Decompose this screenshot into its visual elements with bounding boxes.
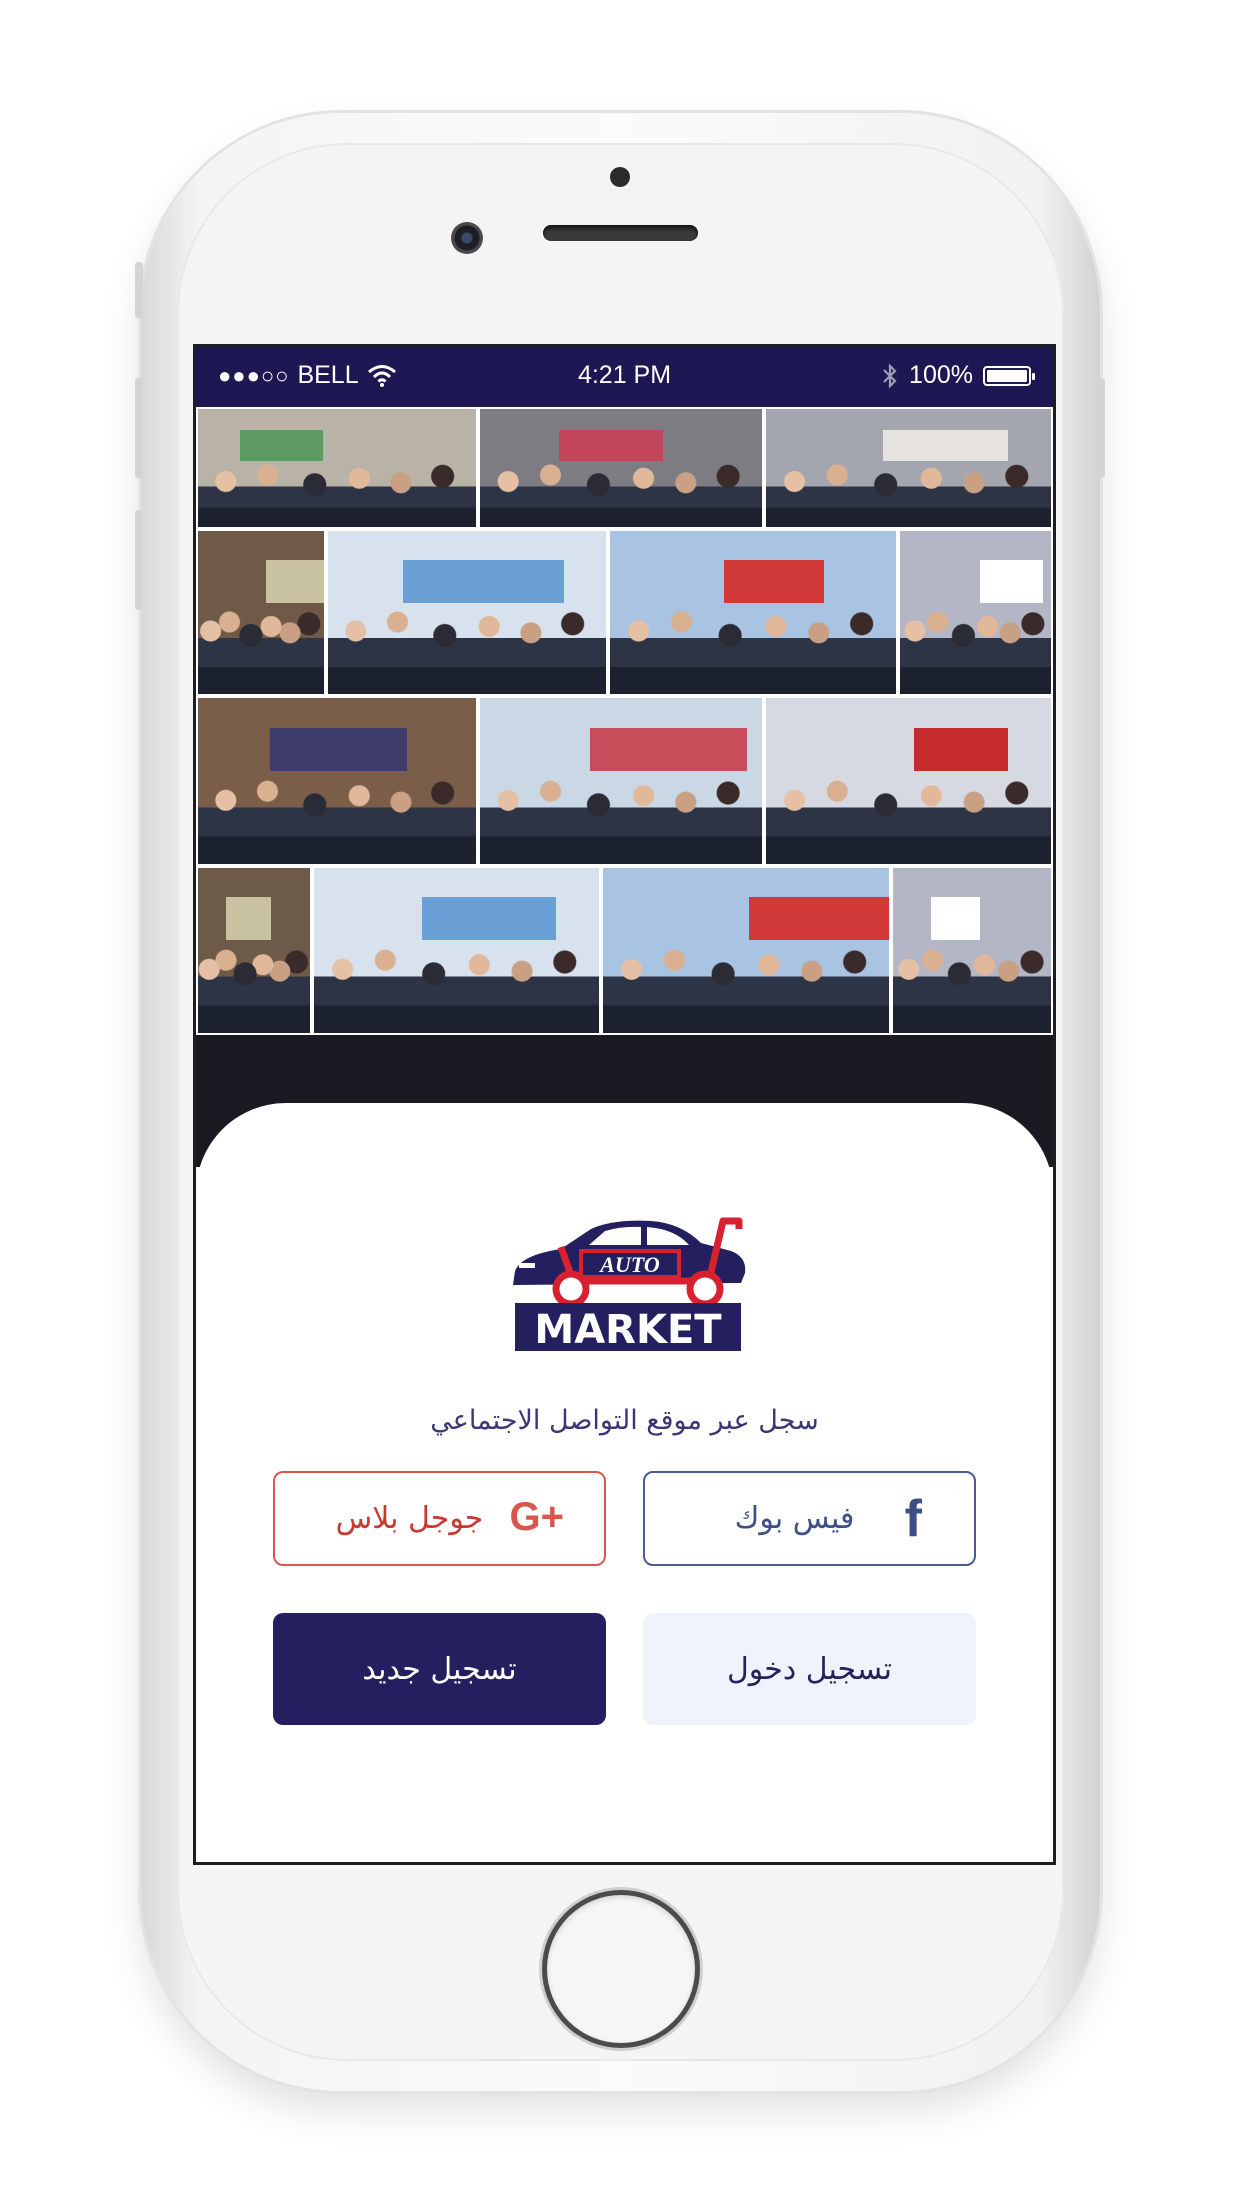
cart-wheel-right bbox=[686, 1270, 724, 1308]
expo-crowd bbox=[480, 772, 762, 864]
logo-word-auto: AUTO bbox=[598, 1252, 660, 1277]
login-card: AUTO MARKET سجل عبر موقع التواصل الاجتما… bbox=[196, 1103, 1053, 1862]
logo-word-market: MARKET bbox=[534, 1307, 722, 1353]
expo-photo-11 bbox=[196, 865, 312, 1035]
social-login-caption: سجل عبر موقع التواصل الاجتماعي bbox=[430, 1405, 819, 1436]
expo-photo-9 bbox=[478, 696, 764, 866]
facebook-login-button[interactable]: فيس بوك f bbox=[643, 1471, 976, 1566]
status-right: 100% bbox=[881, 361, 1035, 390]
expo-crowd bbox=[899, 604, 1051, 695]
expo-banner bbox=[882, 430, 1009, 461]
expo-crowd bbox=[610, 604, 896, 695]
register-button-label: تسجيل جديد bbox=[362, 1651, 517, 1687]
expo-banner bbox=[270, 727, 407, 771]
expo-photo-5 bbox=[325, 528, 609, 697]
google-plus-button-label: جوجل بلاس bbox=[335, 1501, 484, 1536]
expo-photo-13 bbox=[601, 865, 891, 1035]
expo-crowd bbox=[603, 942, 889, 1033]
bluetooth-icon bbox=[883, 362, 897, 389]
app-screen: ●●●○○ BELL 4:21 PM 100% AUTO MARKET سجل … bbox=[193, 344, 1056, 1865]
expo-photo-10 bbox=[763, 696, 1053, 866]
register-button[interactable]: تسجيل جديد bbox=[273, 1613, 606, 1725]
expo-banner bbox=[913, 727, 1009, 771]
expo-banner bbox=[590, 727, 748, 771]
expo-crowd bbox=[313, 942, 600, 1033]
expo-photo-14 bbox=[890, 865, 1053, 1035]
expo-banner bbox=[979, 560, 1044, 603]
auto-market-logo: AUTO MARKET bbox=[513, 1217, 746, 1353]
expo-crowd bbox=[327, 604, 607, 695]
earpiece-speaker bbox=[543, 225, 698, 241]
expo-crowd bbox=[198, 604, 324, 695]
battery-percent: 100% bbox=[909, 361, 973, 389]
login-button[interactable]: تسجيل دخول bbox=[643, 1613, 976, 1725]
cart-wheel-left bbox=[552, 1270, 590, 1308]
expo-banner bbox=[559, 430, 664, 461]
expo-photo-12 bbox=[311, 865, 602, 1035]
expo-photo-4 bbox=[196, 528, 326, 697]
logo-headlight bbox=[519, 1263, 535, 1268]
front-camera bbox=[451, 222, 483, 254]
expo-crowd bbox=[480, 462, 762, 527]
facebook-icon: f bbox=[904, 1490, 922, 1548]
expo-photo-1 bbox=[196, 407, 479, 529]
expo-photo-collage bbox=[196, 407, 1053, 1167]
expo-photo-6 bbox=[608, 528, 898, 697]
expo-photo-7 bbox=[897, 528, 1053, 697]
expo-crowd bbox=[765, 462, 1051, 527]
expo-banner bbox=[403, 560, 565, 603]
battery-icon bbox=[983, 365, 1035, 386]
expo-crowd bbox=[198, 462, 477, 527]
mute-switch bbox=[135, 262, 143, 318]
expo-banner bbox=[239, 430, 324, 461]
expo-crowd bbox=[765, 772, 1051, 864]
battery-level bbox=[987, 369, 1027, 382]
home-button[interactable] bbox=[547, 1895, 695, 2043]
expo-photo-3 bbox=[763, 407, 1053, 529]
volume-down-button bbox=[135, 510, 143, 610]
expo-banner bbox=[265, 560, 324, 603]
expo-crowd bbox=[198, 772, 477, 864]
google-plus-login-button[interactable]: جوجل بلاس G+ bbox=[273, 1471, 606, 1566]
expo-banner bbox=[748, 897, 889, 941]
power-button bbox=[1097, 378, 1105, 478]
expo-crowd bbox=[892, 942, 1051, 1033]
expo-photo-8 bbox=[196, 696, 479, 866]
expo-crowd bbox=[198, 942, 310, 1033]
expo-banner bbox=[930, 897, 980, 941]
facebook-button-label: فيس بوك bbox=[734, 1501, 855, 1536]
expo-banner bbox=[422, 897, 557, 941]
status-bar: ●●●○○ BELL 4:21 PM 100% bbox=[196, 347, 1053, 407]
proximity-sensor bbox=[610, 167, 630, 187]
expo-photo-2 bbox=[478, 407, 764, 529]
expo-banner bbox=[724, 560, 825, 603]
expo-banner bbox=[225, 897, 271, 941]
login-button-label: تسجيل دخول bbox=[727, 1651, 892, 1687]
volume-up-button bbox=[135, 378, 143, 478]
google-plus-icon: G+ bbox=[509, 1495, 564, 1539]
